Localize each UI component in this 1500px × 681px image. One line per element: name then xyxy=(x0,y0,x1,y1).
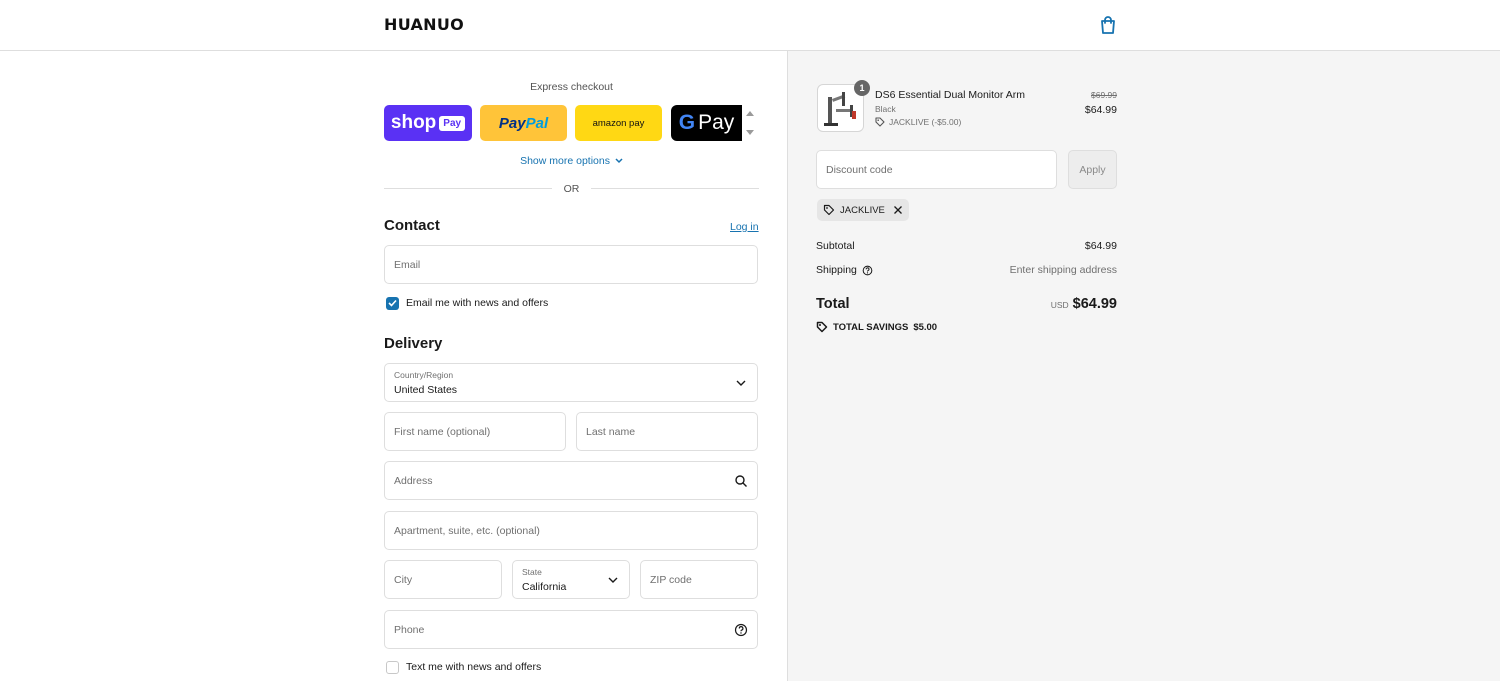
email-input[interactable] xyxy=(385,246,757,283)
country-label: Country/Region xyxy=(394,370,454,380)
phone-field[interactable] xyxy=(384,610,758,649)
paypal-button[interactable]: Pay Pal xyxy=(480,105,567,141)
last-name-input[interactable] xyxy=(577,413,757,450)
country-value: United States xyxy=(394,384,458,396)
checkmark-icon xyxy=(388,299,397,307)
total-value: $64.99 xyxy=(1072,296,1117,312)
country-select[interactable]: Country/Region United States xyxy=(384,363,758,402)
last-name-field[interactable] xyxy=(576,412,758,451)
or-text: OR xyxy=(563,183,580,195)
total-savings-row: TOTAL SAVINGS $5.00 xyxy=(816,321,937,333)
phone-input[interactable] xyxy=(385,611,757,648)
zip-input[interactable] xyxy=(641,561,757,598)
subtotal-value: $64.99 xyxy=(1084,240,1117,252)
product-name: DS6 Essential Dual Monitor Arm xyxy=(875,89,1025,101)
applied-code-text: JACKLIVE xyxy=(840,204,885,216)
shipping-label-row: Shipping xyxy=(816,264,873,276)
or-divider: OR xyxy=(384,182,759,196)
total-value-row: USD $64.99 xyxy=(960,296,1117,312)
sms-news-checkbox[interactable] xyxy=(386,660,399,674)
brand-logo[interactable]: HUANUO xyxy=(384,15,464,34)
state-select[interactable]: State California xyxy=(512,560,630,599)
apply-discount-button[interactable]: Apply xyxy=(1068,150,1117,189)
discount-code-input[interactable] xyxy=(817,151,1056,188)
shipping-value: Enter shipping address xyxy=(1009,264,1117,276)
first-name-input[interactable] xyxy=(385,413,565,450)
shop-pay-pill: Pay xyxy=(439,115,466,131)
subtotal-label: Subtotal xyxy=(816,240,855,252)
shipping-label: Shipping xyxy=(816,264,857,276)
address-input[interactable] xyxy=(385,462,757,499)
address-field[interactable] xyxy=(384,461,758,500)
tag-icon xyxy=(823,204,835,216)
email-news-label: Email me with news and offers xyxy=(406,297,549,309)
product-discount-line: JACKLIVE (-$5.00) xyxy=(875,117,961,127)
google-pay-wordmark: Pay xyxy=(698,111,735,134)
shop-pay-button[interactable]: shop Pay xyxy=(384,105,472,141)
shopping-bag-icon[interactable] xyxy=(1099,15,1117,35)
paypal-wordmark-pal: Pal xyxy=(525,114,549,132)
product-variant: Black xyxy=(875,104,896,114)
divider-line-right xyxy=(591,188,759,189)
email-news-checkbox[interactable] xyxy=(386,296,399,310)
show-more-options-link[interactable]: Show more options xyxy=(384,155,759,167)
search-icon[interactable] xyxy=(734,474,748,488)
express-checkout-label: Express checkout xyxy=(530,81,613,93)
close-icon[interactable] xyxy=(893,205,903,215)
order-summary-panel xyxy=(787,51,1500,681)
original-price: $69.99 xyxy=(1091,90,1117,100)
quantity-badge: 1 xyxy=(854,80,870,96)
shop-pay-wordmark: shop xyxy=(390,112,437,133)
email-field[interactable] xyxy=(384,245,758,284)
help-circle-icon[interactable] xyxy=(862,265,873,276)
help-circle-icon[interactable] xyxy=(734,623,748,637)
chevron-down-icon xyxy=(608,577,618,583)
apartment-field[interactable] xyxy=(384,511,758,550)
log-in-link[interactable]: Log in xyxy=(730,221,759,233)
show-more-label: Show more options xyxy=(520,155,610,167)
sms-news-label: Text me with news and offers xyxy=(406,661,542,673)
chevron-down-icon xyxy=(615,158,623,164)
chevron-down-icon xyxy=(736,380,746,386)
paypal-wordmark-pay: Pay xyxy=(498,114,526,132)
total-label: Total xyxy=(816,296,850,312)
tag-icon xyxy=(816,321,828,333)
amazon-pay-wordmark: amazon pay xyxy=(592,117,645,129)
delivery-heading: Delivery xyxy=(384,335,443,352)
zip-field[interactable] xyxy=(640,560,758,599)
sms-news-checkbox-row[interactable]: Text me with news and offers xyxy=(386,660,541,674)
contact-heading: Contact xyxy=(384,217,440,234)
applied-code-chip: JACKLIVE xyxy=(817,199,909,221)
site-header: HUANUO xyxy=(0,0,1500,51)
city-field[interactable] xyxy=(384,560,502,599)
discounted-price: $64.99 xyxy=(1084,104,1117,116)
total-savings-label: TOTAL SAVINGS xyxy=(833,321,909,333)
state-value: California xyxy=(522,581,567,593)
email-news-checkbox-row[interactable]: Email me with news and offers xyxy=(386,296,548,310)
google-g-icon: G xyxy=(678,111,696,134)
total-currency: USD xyxy=(1050,300,1069,310)
product-discount-text: JACKLIVE (-$5.00) xyxy=(889,117,962,127)
express-scroll-arrows-icon[interactable] xyxy=(745,108,755,138)
total-savings-value: $5.00 xyxy=(913,321,938,333)
tag-icon xyxy=(875,117,885,127)
google-pay-button[interactable]: G Pay xyxy=(671,105,742,141)
first-name-field[interactable] xyxy=(384,412,566,451)
city-input[interactable] xyxy=(385,561,501,598)
state-label: State xyxy=(522,567,542,577)
apartment-input[interactable] xyxy=(385,512,757,549)
amazon-pay-button[interactable]: amazon pay xyxy=(575,105,662,141)
discount-code-field[interactable] xyxy=(816,150,1057,189)
